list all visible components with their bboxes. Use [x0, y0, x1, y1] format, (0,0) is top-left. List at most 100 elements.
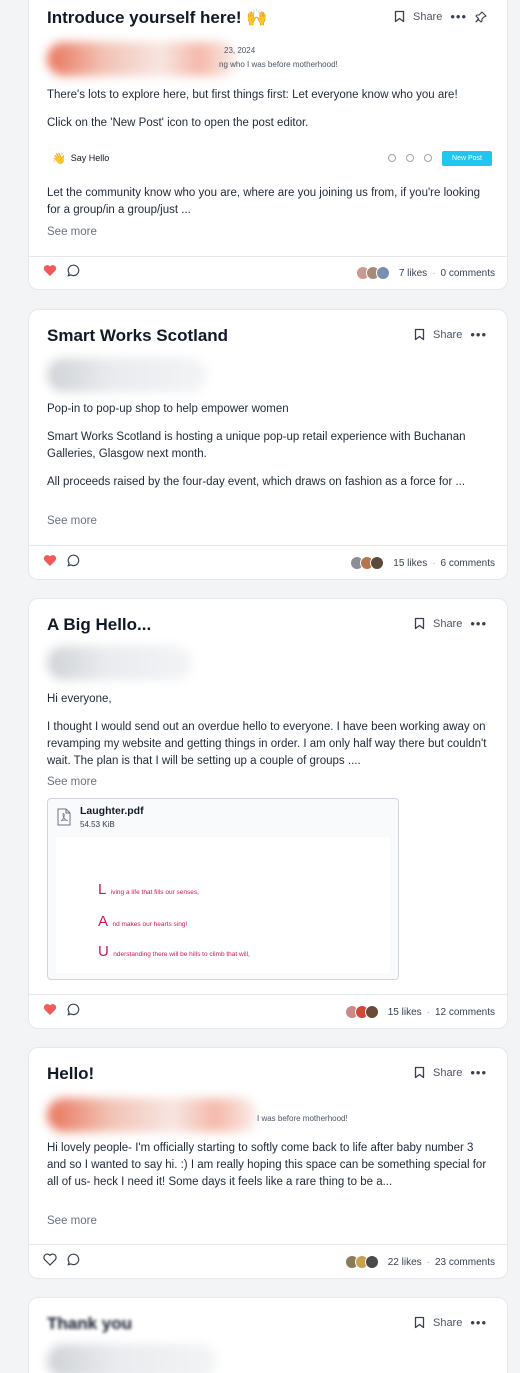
avatar: [370, 556, 385, 570]
comments-count[interactable]: 12 comments: [435, 1007, 495, 1018]
wave-emoji-icon: 👋: [52, 152, 66, 165]
poem-text: nderstanding there will be hills to clim…: [113, 951, 250, 958]
user-icon: [424, 154, 433, 162]
likers-avatars[interactable]: [344, 1005, 379, 1019]
more-options-icon[interactable]: •••: [470, 328, 487, 341]
post-paragraph: There's lots to explore here, but first …: [47, 89, 458, 101]
poem-text: nd makes our hearts sing!: [112, 921, 188, 928]
comments-count[interactable]: 6 comments: [441, 558, 495, 569]
poem-initial: A: [98, 913, 109, 930]
post-paragraph: Smart Works Scotland is hosting a unique…: [47, 431, 466, 460]
divider: [29, 545, 507, 546]
likers-avatars[interactable]: [350, 556, 385, 570]
separator: ·: [426, 1256, 430, 1268]
comments-count[interactable]: 23 comments: [435, 1257, 495, 1268]
more-options-icon[interactable]: •••: [450, 10, 467, 23]
pin-icon[interactable]: [475, 10, 487, 23]
poem-line: A nd makes our hearts sing!: [98, 913, 187, 931]
new-post-button: New Post: [442, 150, 492, 166]
separator: ·: [426, 1006, 430, 1018]
post-title[interactable]: Hello!: [47, 1064, 94, 1084]
pdf-attachment[interactable]: Laughter.pdf 54.53 KiB L iving a life th…: [47, 798, 399, 980]
see-more-link[interactable]: See more: [47, 1215, 97, 1227]
likes-count[interactable]: 7 likes: [399, 268, 427, 279]
like-heart-icon[interactable]: [43, 264, 57, 282]
post-card[interactable]: Thank you Share •••: [28, 1297, 508, 1373]
post-date: 23, 2024: [224, 46, 256, 55]
more-options-icon[interactable]: •••: [470, 1316, 487, 1329]
share-button[interactable]: Share: [413, 11, 442, 23]
post-card[interactable]: A Big Hello... Share ••• Hi everyone, I …: [28, 598, 508, 1029]
post-footer: 7 likes · 0 comments: [43, 263, 495, 283]
post-paragraph: Hi lovely people- I'm officially startin…: [47, 1142, 487, 1188]
comment-icon[interactable]: [67, 1253, 80, 1271]
avatar: [375, 266, 390, 280]
comment-icon[interactable]: [67, 554, 80, 572]
embedded-preview: 👋 Say Hello New Post: [47, 142, 492, 174]
likers-avatars[interactable]: [344, 1255, 379, 1269]
like-heart-icon[interactable]: [43, 1003, 57, 1021]
author-bio: I was before motherhood!: [257, 1114, 348, 1123]
poem-line: U nderstanding there will be hills to cl…: [98, 943, 250, 961]
more-options-icon[interactable]: •••: [470, 617, 487, 630]
likes-count[interactable]: 15 likes: [393, 558, 427, 569]
post-title[interactable]: Thank you: [47, 1314, 132, 1334]
author-info[interactable]: [47, 1344, 217, 1373]
post-card[interactable]: Smart Works Scotland Share ••• Pop-in to…: [28, 309, 508, 580]
separator: ·: [432, 557, 436, 569]
see-more-link[interactable]: See more: [47, 776, 97, 788]
author-info[interactable]: [47, 1098, 257, 1132]
divider: [29, 994, 507, 995]
author-info[interactable]: [47, 646, 192, 680]
bookmark-icon[interactable]: [414, 617, 425, 630]
poem-initial: L: [98, 881, 107, 898]
bookmark-icon[interactable]: [414, 1066, 425, 1079]
author-info[interactable]: [47, 42, 237, 76]
likers-avatars[interactable]: [355, 266, 390, 280]
post-title[interactable]: Smart Works Scotland: [47, 326, 228, 346]
poem-initial: U: [98, 943, 109, 960]
share-button[interactable]: Share: [433, 1067, 462, 1079]
attachment-filename[interactable]: Laughter.pdf: [80, 805, 144, 817]
attachment-size: 54.53 KiB: [80, 820, 115, 829]
author-bio: ng who I was before motherhood!: [219, 60, 338, 69]
see-more-link[interactable]: See more: [47, 226, 97, 238]
post-paragraph: Hi everyone,: [47, 693, 112, 705]
post-paragraph: Click on the 'New Post' icon to open the…: [47, 117, 309, 129]
bookmark-icon[interactable]: [394, 10, 405, 23]
see-more-link[interactable]: See more: [47, 515, 97, 527]
divider: [29, 256, 507, 257]
bookmark-icon[interactable]: [414, 328, 425, 341]
like-heart-icon[interactable]: [43, 554, 57, 572]
comments-count[interactable]: 0 comments: [441, 268, 495, 279]
share-button[interactable]: Share: [433, 1317, 462, 1329]
separator: ·: [432, 267, 436, 279]
post-title[interactable]: A Big Hello...: [47, 615, 151, 635]
more-options-icon[interactable]: •••: [470, 1066, 487, 1079]
likes-count[interactable]: 15 likes: [388, 1007, 422, 1018]
post-footer: 15 likes · 12 comments: [43, 1002, 495, 1022]
pdf-preview[interactable]: L iving a life that fills our senses, A …: [56, 837, 390, 973]
post-card[interactable]: Introduce yourself here! 🙌 Share ••• 23,…: [28, 0, 508, 290]
comment-icon[interactable]: [67, 264, 80, 282]
likes-count[interactable]: 22 likes: [388, 1257, 422, 1268]
like-heart-outline-icon[interactable]: [43, 1253, 57, 1271]
post-card[interactable]: Hello! Share ••• I was before motherhood…: [28, 1047, 508, 1279]
pdf-file-icon: [57, 808, 71, 831]
settings-icon: [388, 154, 397, 162]
bookmark-icon[interactable]: [414, 1316, 425, 1329]
author-info[interactable]: [47, 358, 207, 392]
avatar: [364, 1255, 379, 1269]
share-button[interactable]: Share: [433, 618, 462, 630]
post-paragraph: Let the community know who you are, wher…: [47, 187, 481, 216]
post-paragraph: All proceeds raised by the four-day even…: [47, 476, 466, 488]
share-button[interactable]: Share: [433, 329, 462, 341]
avatar: [364, 1005, 379, 1019]
poem-line: L iving a life that fills our senses,: [98, 881, 199, 899]
post-paragraph: Pop-in to pop-up shop to help empower wo…: [47, 403, 289, 415]
embed-label: Say Hello: [70, 153, 110, 163]
post-footer: 15 likes · 6 comments: [43, 553, 495, 573]
post-footer: 22 likes · 23 comments: [43, 1252, 495, 1272]
post-title[interactable]: Introduce yourself here! 🙌: [47, 8, 268, 28]
comment-icon[interactable]: [67, 1003, 80, 1021]
